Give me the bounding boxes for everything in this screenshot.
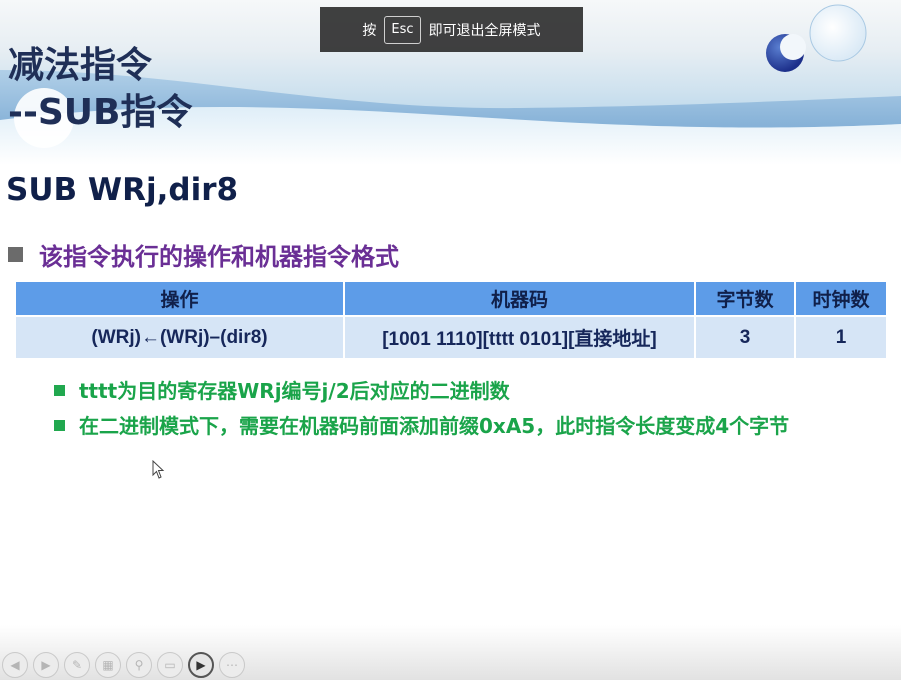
slideshow-toolbar: ◀ ▶ ✎ ▦ ⚲ ▭ ▶ ⋯: [2, 652, 245, 678]
slide-canvas[interactable]: 减法指令 --SUB指令 按 Esc 即可退出全屏模式 SUB WRj,dir8…: [0, 0, 901, 680]
video-button[interactable]: ▶: [188, 652, 214, 678]
header-orb-blue-highlight: [780, 34, 806, 60]
header-orb-large: [809, 4, 867, 62]
more-icon: ⋯: [226, 658, 238, 672]
note-text: 在二进制模式下，需要在机器码前面添加前缀0xA5，此时指令长度变成4个字节: [79, 414, 790, 438]
section-heading: 该指令执行的操作和机器指令格式: [8, 237, 399, 272]
slides-icon: ▦: [102, 658, 114, 672]
column-header-machine-code: 机器码: [345, 282, 694, 315]
note-text: tttt为目的寄存器WRj编号j/2后对应的二进制数: [79, 379, 510, 403]
square-bullet-icon: [54, 385, 65, 396]
column-header-operation: 操作: [16, 282, 343, 315]
cell-machine-code: [1001 1110][tttt 0101][直接地址]: [345, 317, 694, 358]
video-icon: ▶: [196, 658, 206, 672]
next-button[interactable]: ▶: [33, 652, 59, 678]
esc-key-badge: Esc: [384, 15, 421, 44]
mouse-cursor-icon: [152, 460, 165, 479]
screen-icon: ▭: [164, 658, 176, 672]
notes-list: tttt为目的寄存器WRj编号j/2后对应的二进制数 在二进制模式下，需要在机器…: [54, 374, 900, 444]
cell-operation: (WRj)←(WRj)–(dir8): [16, 317, 343, 358]
esc-banner-prefix: 按: [362, 22, 377, 39]
slide-title-line-2: --SUB指令: [8, 92, 193, 133]
zoom-button[interactable]: ⚲: [126, 652, 152, 678]
table-row: (WRj)←(WRj)–(dir8) [1001 1110][tttt 0101…: [16, 317, 886, 358]
list-item: tttt为目的寄存器WRj编号j/2后对应的二进制数: [54, 374, 900, 408]
instruction-syntax: SUB WRj,dir8: [6, 172, 239, 208]
column-header-clocks: 时钟数: [796, 282, 886, 315]
list-item: 在二进制模式下，需要在机器码前面添加前缀0xA5，此时指令长度变成4个字节: [54, 409, 900, 443]
section-heading-text: 该指令执行的操作和机器指令格式: [39, 243, 399, 271]
table-header-row: 操作 机器码 字节数 时钟数: [16, 282, 886, 315]
slide-title: 减法指令 --SUB指令: [8, 42, 192, 136]
slides-button[interactable]: ▦: [95, 652, 121, 678]
instruction-format-table: 操作 机器码 字节数 时钟数 (WRj)←(WRj)–(dir8) [1001 …: [14, 280, 888, 360]
previous-button[interactable]: ◀: [2, 652, 28, 678]
slide-title-line-1: 减法指令: [8, 45, 153, 86]
esc-banner-suffix: 即可退出全屏模式: [428, 22, 541, 39]
square-bullet-icon: [54, 420, 65, 431]
fullscreen-exit-banner: 按 Esc 即可退出全屏模式: [320, 7, 583, 52]
column-header-bytes: 字节数: [696, 282, 794, 315]
zoom-icon: ⚲: [134, 658, 144, 672]
pen-button[interactable]: ✎: [64, 652, 90, 678]
next-icon: ▶: [41, 658, 51, 672]
previous-icon: ◀: [10, 658, 20, 672]
square-bullet-icon: [8, 247, 23, 262]
pen-icon: ✎: [71, 658, 83, 672]
screen-button[interactable]: ▭: [157, 652, 183, 678]
more-button[interactable]: ⋯: [219, 652, 245, 678]
cell-bytes: 3: [696, 317, 794, 358]
cell-clocks: 1: [796, 317, 886, 358]
